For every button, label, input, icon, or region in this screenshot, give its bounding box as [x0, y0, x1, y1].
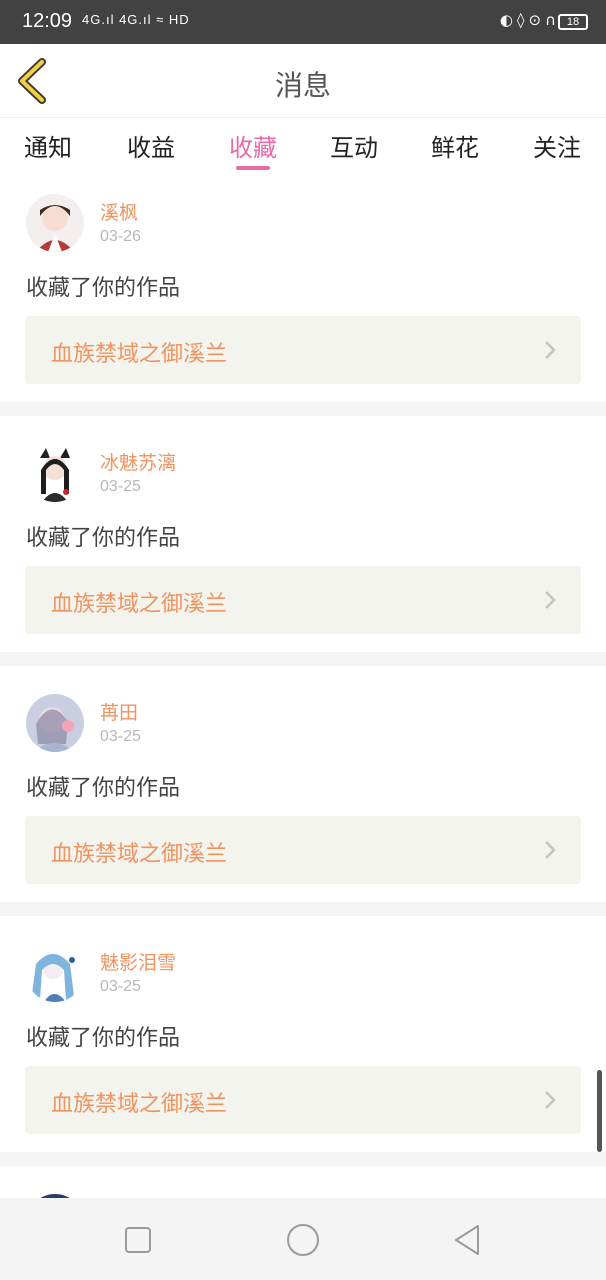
work-link[interactable]: 血族禁域之御溪兰	[25, 566, 581, 634]
back-nav-button[interactable]	[448, 1220, 488, 1260]
username[interactable]: 魅影泪雪	[100, 948, 176, 975]
work-link[interactable]: 血族禁域之御溪兰	[25, 316, 581, 384]
action-text: 收藏了你的作品	[26, 776, 181, 801]
username[interactable]: 冰魅苏漓	[100, 448, 176, 475]
work-title: 血族禁域之御溪兰	[51, 1092, 228, 1117]
tab-bar: 通知 收益 收藏 互动 鲜花 关注	[0, 118, 606, 178]
vibrate-icon: ◊	[517, 11, 529, 29]
message-date: 03-25	[100, 728, 141, 745]
divider	[0, 652, 606, 666]
divider	[0, 902, 606, 916]
work-link[interactable]: 血族禁域之御溪兰	[25, 816, 581, 884]
system-nav-bar	[0, 1198, 606, 1280]
work-title: 血族禁域之御溪兰	[51, 592, 228, 617]
lock-icon: ⊙	[528, 11, 546, 29]
status-time: 12:09	[22, 10, 73, 32]
tab-flowers[interactable]: 鲜花	[415, 128, 495, 163]
tab-interaction[interactable]: 互动	[314, 128, 394, 163]
status-bar: 12:09 4G.ıl 4G.ıl ≈ HD ◐◊⊙∩ 18	[0, 0, 606, 44]
triangle-back-icon	[455, 1225, 479, 1255]
chevron-right-icon	[545, 841, 556, 859]
avatar[interactable]	[26, 444, 84, 502]
scrollbar[interactable]	[597, 1070, 602, 1152]
square-icon	[125, 1227, 151, 1253]
page-title: 消息	[274, 69, 331, 102]
chevron-right-icon	[545, 341, 556, 359]
divider	[0, 402, 606, 416]
message-date: 03-25	[100, 978, 141, 995]
active-tab-indicator	[236, 166, 270, 170]
signal-icons: 4G.ıl 4G.ıl ≈ HD	[82, 12, 190, 27]
recent-apps-button[interactable]	[118, 1220, 158, 1260]
message-card: 苒田 03-25 收藏了你的作品 血族禁域之御溪兰	[0, 680, 606, 916]
tab-favorites[interactable]: 收藏	[213, 128, 293, 163]
message-date: 03-25	[100, 478, 141, 495]
chevron-right-icon	[545, 591, 556, 609]
message-card: 魅影泪雪 03-25 收藏了你的作品 血族禁域之御溪兰	[0, 930, 606, 1166]
battery-icon: 18	[558, 14, 588, 30]
avatar[interactable]	[26, 694, 84, 752]
work-title: 血族禁域之御溪兰	[51, 842, 228, 867]
avatar[interactable]	[26, 194, 84, 252]
divider	[0, 1152, 606, 1166]
home-button[interactable]	[283, 1220, 323, 1260]
username[interactable]: 苒田	[100, 698, 138, 725]
chevron-right-icon	[545, 1091, 556, 1109]
message-card: 溪枫 03-26 收藏了你的作品 血族禁域之御溪兰	[0, 180, 606, 416]
work-link[interactable]: 血族禁域之御溪兰	[25, 1066, 581, 1134]
header: 消息	[0, 44, 606, 118]
tab-earnings[interactable]: 收益	[111, 128, 191, 163]
message-card: 冰魅苏漓 03-25 收藏了你的作品 血族禁域之御溪兰	[0, 430, 606, 666]
circle-icon	[287, 1224, 319, 1256]
username[interactable]: 溪枫	[100, 198, 138, 225]
avatar[interactable]	[26, 944, 84, 1002]
action-text: 收藏了你的作品	[26, 1026, 181, 1051]
wechat-icon: ◐	[499, 11, 518, 29]
message-date: 03-26	[100, 228, 141, 245]
tab-notice[interactable]: 通知	[8, 128, 88, 163]
work-title: 血族禁域之御溪兰	[51, 342, 228, 367]
status-right-icons: ◐◊⊙∩	[500, 11, 560, 29]
tab-follow[interactable]: 关注	[517, 128, 597, 163]
action-text: 收藏了你的作品	[26, 526, 181, 551]
action-text: 收藏了你的作品	[26, 276, 181, 301]
